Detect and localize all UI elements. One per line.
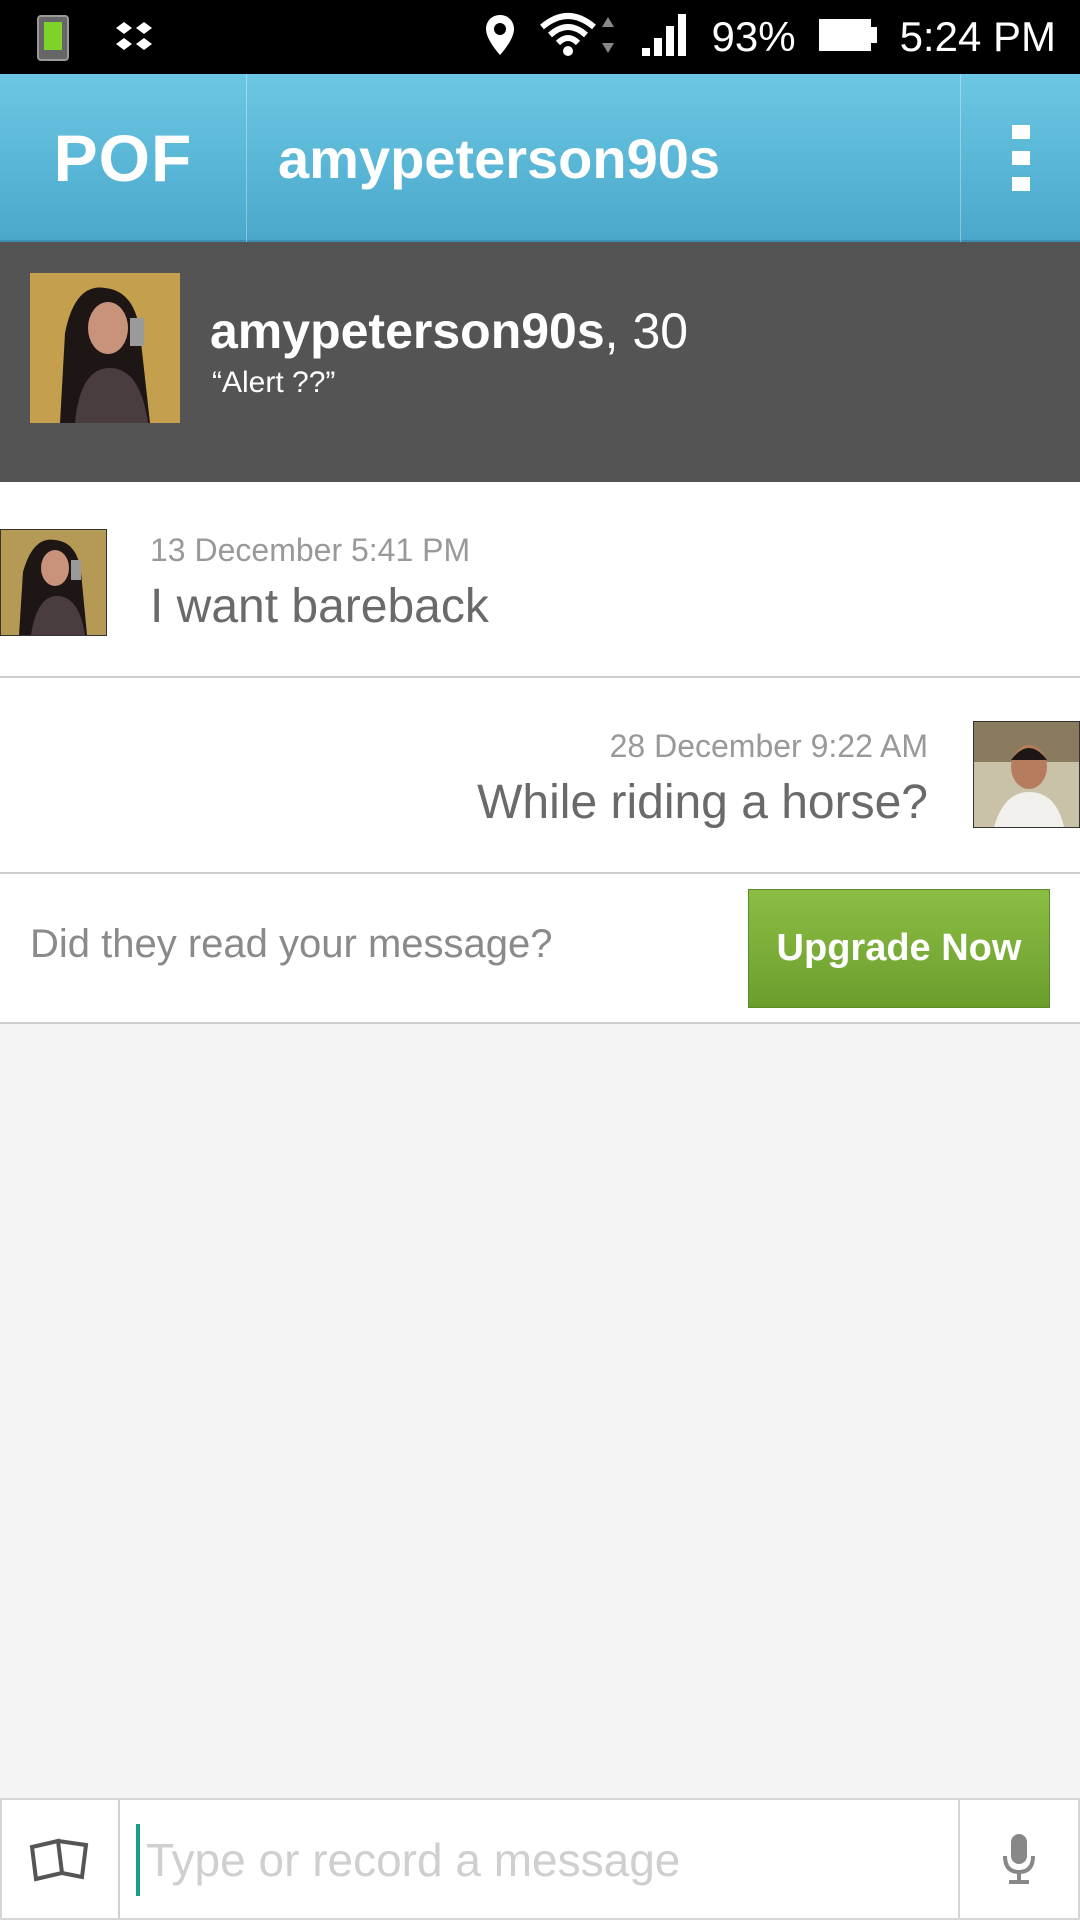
battery-percent: 93%	[711, 13, 796, 60]
signal-icon	[640, 12, 690, 63]
read-receipt-upsell: Did they read your message? Upgrade Now	[0, 874, 1080, 1024]
phone-icon	[36, 14, 70, 67]
profile-header[interactable]: amypeterson90s, 30 “Alert ??”	[0, 242, 1080, 482]
action-bar: POF amypeterson90s	[0, 74, 1080, 242]
message-composer: Type or record a message	[0, 1798, 1080, 1920]
status-bar: 93% 5:24 PM	[0, 0, 1080, 74]
attach-icon[interactable]	[2, 1800, 120, 1918]
profile-username: amypeterson90s	[210, 303, 605, 359]
my-avatar[interactable]	[973, 721, 1080, 828]
message-timestamp: 13 December 5:41 PM	[150, 532, 471, 568]
profile-headline: “Alert ??”	[212, 366, 336, 399]
conversation-title: amypeterson90s	[278, 126, 721, 190]
battery-icon	[818, 17, 878, 58]
microphone-icon[interactable]	[958, 1800, 1078, 1918]
message-text: I want bareback	[150, 580, 489, 633]
profile-photo[interactable]	[30, 273, 180, 423]
message-item: 13 December 5:41 PM I want bareback	[0, 482, 1080, 678]
upsell-text: Did they read your message?	[30, 922, 553, 966]
location-icon	[484, 13, 516, 62]
clock: 5:24 PM	[899, 13, 1056, 60]
pof-logo-button[interactable]: POF	[0, 74, 247, 242]
message-timestamp: 28 December 9:22 AM	[609, 728, 928, 764]
message-item: 28 December 9:22 AM While riding a horse…	[0, 678, 1080, 874]
upgrade-now-button[interactable]: Upgrade Now	[748, 889, 1050, 1008]
dropbox-icon	[114, 18, 154, 63]
profile-name: amypeterson90s, 30	[210, 302, 688, 360]
message-text: While riding a horse?	[477, 776, 928, 829]
profile-age: , 30	[604, 303, 689, 359]
message-list: 13 December 5:41 PM I want bareback 28 D…	[0, 482, 1080, 1024]
message-input[interactable]: Type or record a message	[136, 1824, 936, 1896]
wifi-icon	[538, 11, 618, 64]
overflow-menu-icon[interactable]	[960, 74, 1080, 242]
sender-avatar[interactable]	[0, 529, 107, 636]
